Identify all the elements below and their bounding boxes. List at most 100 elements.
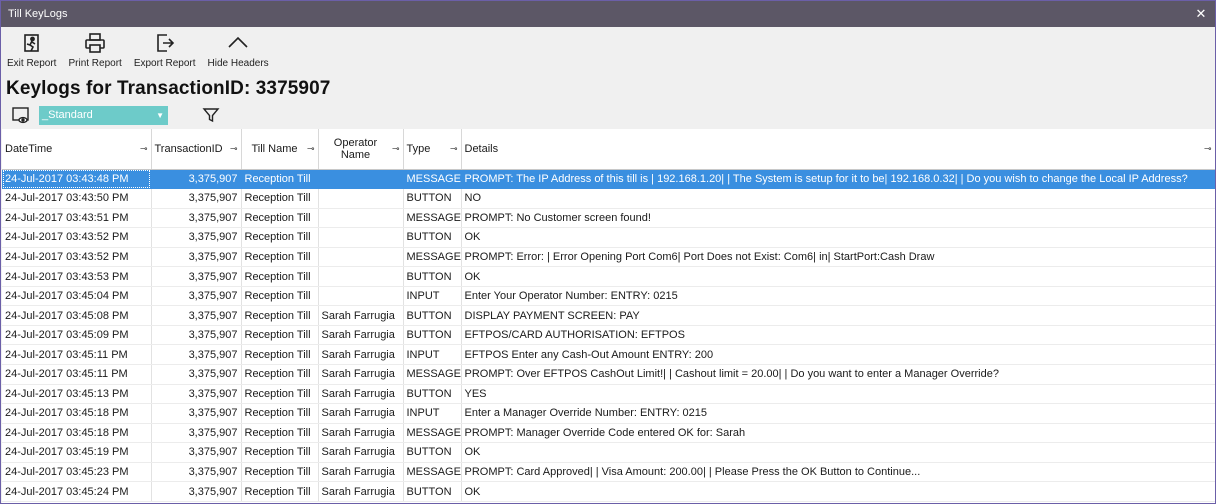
cell-till-name: Reception Till [241, 169, 319, 190]
cell-operator-name: Sarah Farrugia [318, 462, 404, 483]
table-row[interactable]: 24-Jul-2017 03:45:18 PM 3,375,907 Receptio… [2, 403, 1215, 424]
cell-transactionid: 3,375,907 [151, 344, 242, 365]
cell-operator-name: Sarah Farrugia [318, 325, 404, 346]
title-bar: Till KeyLogs ✕ [1, 1, 1215, 27]
table-row[interactable]: 24-Jul-2017 03:43:50 PM 3,375,907 Receptio… [2, 188, 1215, 209]
cell-transactionid: 3,375,907 [151, 266, 242, 287]
cell-till-name: Reception Till [241, 403, 319, 424]
pin-icon[interactable]: ⊸ [1204, 143, 1212, 154]
layout-dropdown[interactable]: _Standard ▼ [39, 105, 168, 125]
cell-operator-name [318, 188, 404, 209]
cell-operator-name: Sarah Farrugia [318, 481, 404, 502]
cell-datetime: 24-Jul-2017 03:43:53 PM [2, 266, 152, 287]
cell-type: BUTTON [403, 481, 462, 502]
table-row[interactable]: 24-Jul-2017 03:43:51 PM 3,375,907 Receptio… [2, 208, 1215, 229]
print-report-button[interactable]: Print Report [68, 32, 122, 69]
cell-operator-name [318, 286, 404, 307]
pin-icon[interactable]: ⊸ [307, 143, 315, 154]
cell-transactionid: 3,375,907 [151, 384, 242, 405]
pin-icon[interactable]: ⊸ [230, 143, 238, 154]
cell-datetime: 24-Jul-2017 03:45:09 PM [2, 325, 152, 346]
table-row[interactable]: 24-Jul-2017 03:45:08 PM 3,375,907 Receptio… [2, 305, 1215, 326]
cell-type: MESSAGE [403, 247, 462, 268]
table-row[interactable]: 24-Jul-2017 03:45:09 PM 3,375,907 Receptio… [2, 325, 1215, 346]
cell-till-name: Reception Till [241, 305, 319, 326]
keylogs-table: DateTime ⊸ TransactionID ⊸ Till Name ⊸ Oper… [2, 129, 1215, 502]
toolbar: Exit Report Print Report Export Report H… [1, 27, 1215, 77]
cell-till-name: Reception Till [241, 208, 319, 229]
cell-details: OK [461, 227, 1215, 248]
table-row[interactable]: 24-Jul-2017 03:45:19 PM 3,375,907 Receptio… [2, 442, 1215, 463]
column-header-operator-name[interactable]: Operator Name ⊸ [318, 129, 404, 170]
table-row[interactable]: 24-Jul-2017 03:45:18 PM 3,375,907 Receptio… [2, 423, 1215, 444]
column-header-type[interactable]: Type ⊸ [403, 129, 462, 170]
cell-details: PROMPT: The IP Address of this till is |… [461, 169, 1215, 190]
cell-till-name: Reception Till [241, 462, 319, 483]
pin-icon[interactable]: ⊸ [450, 143, 458, 154]
cell-datetime: 24-Jul-2017 03:45:23 PM [2, 462, 152, 483]
filter-icon[interactable] [202, 106, 220, 124]
cell-details: EFTPOS/CARD AUTHORISATION: EFTPOS [461, 325, 1215, 346]
table-row[interactable]: 24-Jul-2017 03:45:11 PM 3,375,907 Receptio… [2, 344, 1215, 365]
pin-icon[interactable]: ⊸ [140, 143, 148, 154]
cell-details: PROMPT: Over EFTPOS CashOut Limit!| | Ca… [461, 364, 1215, 385]
cell-datetime: 24-Jul-2017 03:45:24 PM [2, 481, 152, 502]
cell-details: PROMPT: Manager Override Code entered OK… [461, 423, 1215, 444]
export-icon [156, 34, 174, 52]
cell-type: MESSAGE [403, 169, 462, 190]
cell-type: INPUT [403, 286, 462, 307]
cell-details: EFTPOS Enter any Cash-Out Amount ENTRY: … [461, 344, 1215, 365]
cell-transactionid: 3,375,907 [151, 305, 242, 326]
column-header-datetime[interactable]: DateTime ⊸ [2, 129, 152, 170]
hide-headers-label: Hide Headers [207, 58, 269, 69]
view-layout-icon[interactable] [11, 105, 31, 125]
export-report-button[interactable]: Export Report [134, 32, 196, 69]
cell-operator-name: Sarah Farrugia [318, 384, 404, 405]
cell-type: MESSAGE [403, 423, 462, 444]
cell-datetime: 24-Jul-2017 03:45:18 PM [2, 403, 152, 424]
table-row[interactable]: 24-Jul-2017 03:43:53 PM 3,375,907 Receptio… [2, 266, 1215, 287]
cell-transactionid: 3,375,907 [151, 462, 242, 483]
column-header-till-name[interactable]: Till Name ⊸ [241, 129, 319, 170]
cell-details: OK [461, 481, 1215, 502]
cell-datetime: 24-Jul-2017 03:43:52 PM [2, 247, 152, 268]
cell-type: INPUT [403, 403, 462, 424]
table-row[interactable]: 24-Jul-2017 03:45:04 PM 3,375,907 Receptio… [2, 286, 1215, 307]
cell-datetime: 24-Jul-2017 03:45:18 PM [2, 423, 152, 444]
cell-type: INPUT [403, 344, 462, 365]
cell-details: DISPLAY PAYMENT SCREEN: PAY [461, 305, 1215, 326]
cell-details: PROMPT: Card Approved| | Visa Amount: 20… [461, 462, 1215, 483]
cell-operator-name: Sarah Farrugia [318, 423, 404, 444]
close-icon[interactable]: ✕ [1193, 6, 1209, 22]
column-header-transactionid[interactable]: TransactionID ⊸ [151, 129, 242, 170]
table-row[interactable]: 24-Jul-2017 03:45:23 PM 3,375,907 Receptio… [2, 462, 1215, 483]
exit-report-button[interactable]: Exit Report [7, 32, 56, 69]
cell-datetime: 24-Jul-2017 03:43:52 PM [2, 227, 152, 248]
table-header-row: DateTime ⊸ TransactionID ⊸ Till Name ⊸ Oper… [2, 129, 1215, 170]
cell-transactionid: 3,375,907 [151, 188, 242, 209]
table-row[interactable]: 24-Jul-2017 03:43:48 PM 3,375,907 Receptio… [2, 169, 1215, 190]
cell-datetime: 24-Jul-2017 03:43:48 PM [2, 169, 152, 190]
table-row[interactable]: 24-Jul-2017 03:43:52 PM 3,375,907 Receptio… [2, 247, 1215, 268]
cell-operator-name: Sarah Farrugia [318, 364, 404, 385]
cell-type: BUTTON [403, 227, 462, 248]
table-row[interactable]: 24-Jul-2017 03:45:13 PM 3,375,907 Receptio… [2, 384, 1215, 405]
cell-details: OK [461, 442, 1215, 463]
hide-headers-button[interactable]: Hide Headers [208, 32, 269, 69]
table-row[interactable]: 24-Jul-2017 03:45:24 PM 3,375,907 Receptio… [2, 481, 1215, 502]
pin-icon[interactable]: ⊸ [392, 143, 400, 154]
cell-operator-name [318, 169, 404, 190]
cell-type: MESSAGE [403, 462, 462, 483]
cell-operator-name: Sarah Farrugia [318, 344, 404, 365]
keylogs-grid: DateTime ⊸ TransactionID ⊸ Till Name ⊸ Oper… [2, 129, 1215, 503]
cell-transactionid: 3,375,907 [151, 208, 242, 229]
cell-till-name: Reception Till [241, 481, 319, 502]
column-header-details[interactable]: Details ⊸ [461, 129, 1215, 170]
table-row[interactable]: 24-Jul-2017 03:43:52 PM 3,375,907 Receptio… [2, 227, 1215, 248]
cell-transactionid: 3,375,907 [151, 325, 242, 346]
table-row[interactable]: 24-Jul-2017 03:45:11 PM 3,375,907 Receptio… [2, 364, 1215, 385]
cell-operator-name [318, 227, 404, 248]
report-window: Till KeyLogs ✕ Exit Report Print Report [0, 0, 1216, 504]
cell-datetime: 24-Jul-2017 03:45:08 PM [2, 305, 152, 326]
cell-transactionid: 3,375,907 [151, 364, 242, 385]
